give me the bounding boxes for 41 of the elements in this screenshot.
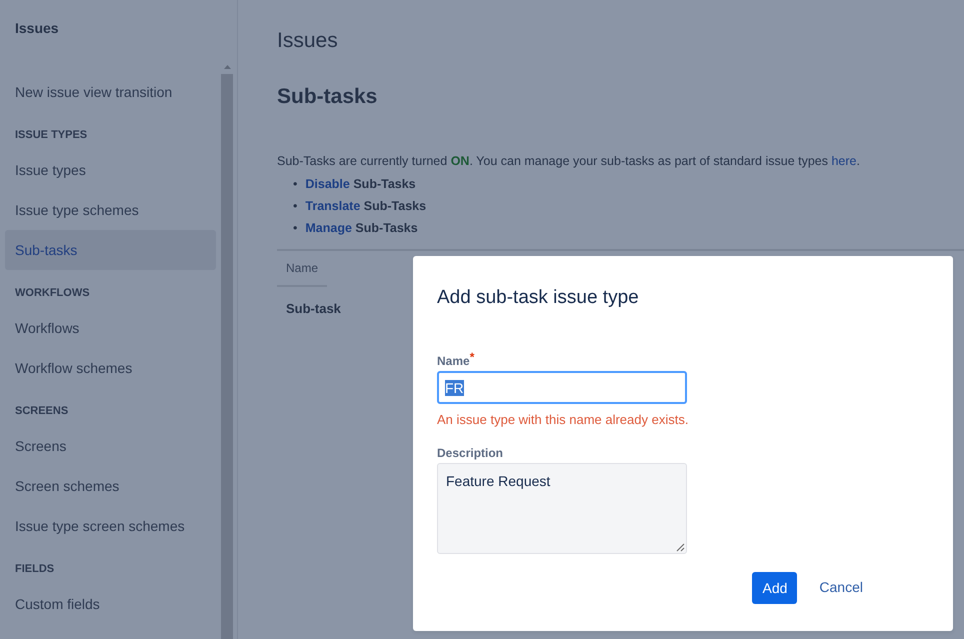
table-cell-text: Sub-task (285, 300, 342, 318)
field-label: Description (437, 444, 504, 462)
action-label: Sub-Tasks (364, 198, 426, 213)
scroll-up-icon[interactable] (224, 65, 230, 69)
sidebar-section-heading: ISSUE TYPES (14, 128, 88, 143)
here-link[interactable]: here (831, 154, 857, 168)
bullet: • (293, 176, 298, 193)
textarea-field[interactable]: Feature Request (437, 462, 687, 554)
field-label: Name* (437, 352, 476, 370)
required-mark: * (470, 350, 474, 364)
sidebar-item[interactable]: Workflows (5, 308, 216, 348)
sidebar-item[interactable]: Screen schemes (5, 466, 216, 506)
action-link[interactable]: Manage (305, 220, 352, 235)
sidebar-item[interactable]: New issue view transition (5, 72, 216, 112)
sidebar-item[interactable]: Issue types (5, 150, 216, 190)
action-link[interactable]: Disable (305, 176, 350, 191)
input-field[interactable]: FR (437, 371, 687, 404)
bullet: • (293, 198, 298, 215)
sidebar-item[interactable]: Sub-tasks (5, 230, 216, 270)
cancel-button[interactable]: Cancel (809, 570, 873, 605)
action-link[interactable]: Translate (305, 198, 360, 213)
action-label: Sub-Tasks (353, 176, 416, 191)
column-header: Name (277, 250, 328, 287)
dialog-title: Add sub-task issue type (437, 286, 640, 310)
sidebar-section-heading: WORKFLOWS (14, 286, 91, 301)
error-message: An issue type with this name already exists. (437, 411, 690, 429)
intro-text: Sub-Tasks are currently turned ON. You can manage your sub-tasks as part of standard issue types here. (277, 153, 861, 170)
sidebar-item[interactable]: Workflow schemes (5, 348, 216, 388)
section-title: Sub-tasks (277, 84, 378, 110)
bullet: • (293, 220, 298, 237)
sidebar-title: Issues (15, 20, 59, 36)
sidebar-item[interactable]: Issue type screen schemes (5, 506, 216, 546)
resize-grip-icon[interactable] (676, 542, 685, 552)
sidebar-item[interactable]: Custom fields (5, 584, 216, 624)
add-button[interactable]: Add (752, 572, 798, 604)
sidebar-item[interactable]: Issue type schemes (5, 190, 216, 230)
page-title: Issues (277, 28, 339, 54)
action-label: Sub-Tasks (355, 220, 418, 235)
sidebar-section-heading: FIELDS (14, 562, 56, 577)
sidebar-item[interactable]: Screens (5, 426, 216, 466)
sidebar-section-heading: SCREENS (14, 404, 70, 419)
